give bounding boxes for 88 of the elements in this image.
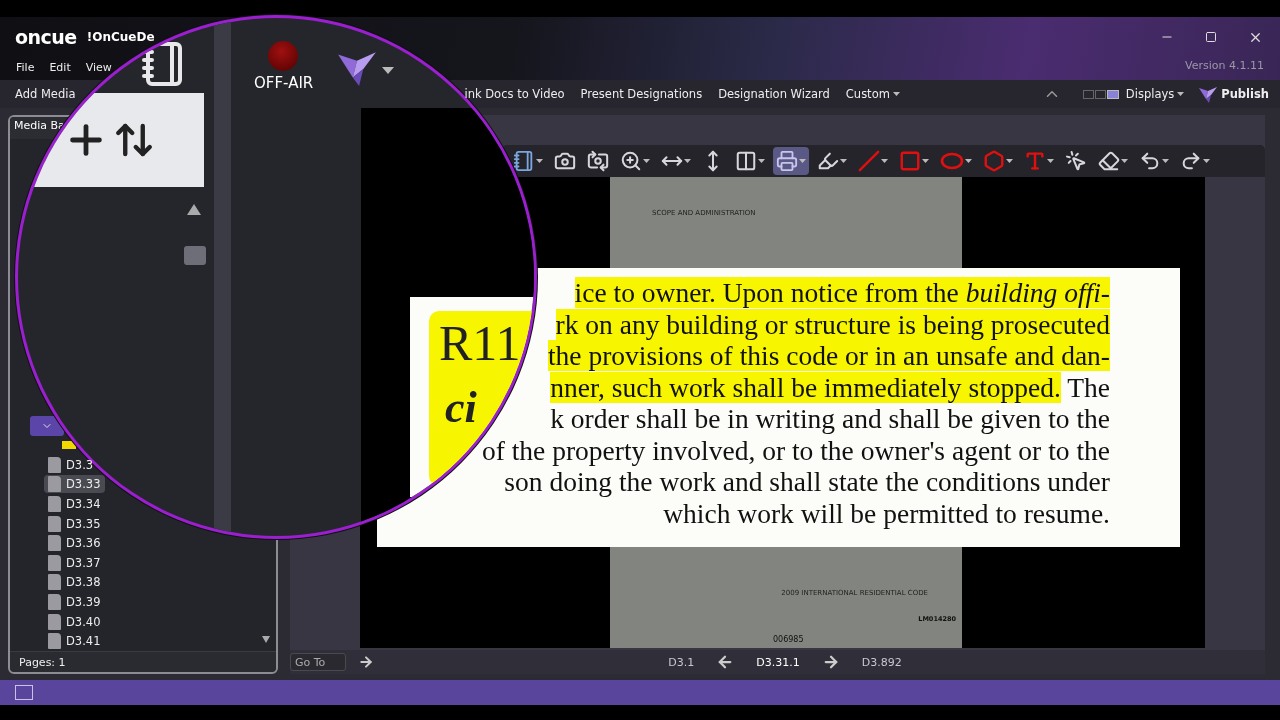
pdf-icon (48, 496, 61, 513)
scroll-thumb[interactable] (184, 246, 206, 265)
add-media-button[interactable]: Add Media (8, 84, 83, 104)
caret-icon (881, 159, 888, 163)
eraser-icon (1098, 150, 1120, 172)
callout-line: nner, such work shall be immediately stopped. The (550, 371, 1110, 403)
callout-line: of the property involved, or to the owner's agent or to the (481, 434, 1110, 466)
caret-icon (758, 159, 765, 163)
pdf-icon (48, 515, 61, 532)
camera-icon (587, 150, 609, 172)
caret-icon (840, 159, 847, 163)
document-item[interactable]: D3.36 (44, 534, 106, 553)
caret-icon (1047, 159, 1054, 163)
callout-line: which work will be permitted to resume. (663, 497, 1110, 529)
displays-button[interactable]: Displays (1118, 84, 1192, 104)
document-item[interactable]: D3.33 (44, 475, 106, 494)
menu-item[interactable]: View (79, 59, 118, 75)
text-tool-icon (1024, 150, 1046, 172)
publish-button[interactable]: Publish (1191, 81, 1276, 107)
last-page-label: D3.892 (861, 655, 902, 669)
section-number: R11 (439, 314, 521, 372)
page-count: Pages: 1 (19, 655, 66, 669)
redo-icon (1180, 150, 1202, 172)
pointer-icon (1065, 150, 1087, 172)
folder-toggle[interactable] (30, 415, 64, 436)
caret-icon (799, 159, 806, 163)
rectangle-icon (899, 150, 921, 172)
zoom-in-icon (620, 150, 642, 172)
window-title: !OnCueDe (86, 30, 155, 44)
scroll-up-icon[interactable] (187, 204, 201, 215)
camera-icon (554, 150, 576, 172)
caret-icon (643, 159, 650, 163)
displays-icon (1082, 89, 1119, 99)
caret-icon (1121, 159, 1128, 163)
pdf-icon (48, 633, 61, 650)
ribbon-button[interactable]: Custom (838, 84, 907, 104)
caret-icon (1006, 159, 1013, 163)
pdf-icon (48, 554, 61, 571)
highlighter-icon (817, 150, 839, 172)
document-item[interactable]: D3.3 (44, 455, 99, 474)
pdf-icon (48, 574, 61, 591)
caret-icon (382, 67, 394, 74)
pdf-icon (48, 456, 61, 473)
document-item[interactable]: D3.39 (44, 593, 106, 611)
document-item[interactable]: D3.35 (44, 514, 106, 533)
notebook-icon (513, 150, 535, 172)
hexagon-icon (983, 150, 1005, 172)
undo-icon (1139, 150, 1161, 172)
ribbon-button[interactable]: Designation Wizard (711, 84, 837, 104)
caret-icon (1162, 159, 1169, 163)
menu-item[interactable]: File (10, 59, 41, 75)
caret-icon (536, 159, 543, 163)
document-item[interactable]: D3.41 (44, 632, 106, 651)
pdf-icon (48, 535, 61, 552)
document-item[interactable]: D3.34 (44, 495, 106, 514)
on-air-label: OFF-AIR (254, 74, 314, 92)
two-page-icon (735, 150, 757, 172)
ellipse-icon (940, 152, 964, 170)
caret-icon (965, 159, 972, 163)
page-number: 006985 (773, 635, 804, 644)
document-item[interactable]: D3.38 (44, 573, 106, 592)
pdf-icon (48, 594, 61, 610)
callout-line: k order shall be in writing and shall be given to the (550, 403, 1110, 435)
pdf-icon (48, 613, 61, 630)
maximize-icon (1205, 31, 1217, 43)
status-box (15, 685, 33, 700)
first-page-label: D3.1 (668, 655, 695, 669)
caret-icon (1203, 159, 1210, 163)
caret-icon (1177, 92, 1185, 96)
caret-icon (892, 92, 900, 96)
margin-text: ci (445, 382, 477, 433)
caret-icon (684, 159, 691, 163)
document-item[interactable]: D3.37 (44, 553, 106, 572)
menu-item[interactable]: Edit (43, 59, 77, 75)
line-icon (858, 150, 880, 172)
ribbon-button[interactable]: Present Designations (573, 84, 710, 104)
pdf-icon (48, 476, 61, 493)
go-button[interactable] (358, 654, 374, 670)
caret-icon (922, 159, 929, 163)
scroll-down-icon[interactable] (262, 636, 270, 643)
go-to-field[interactable]: Go To (290, 653, 346, 671)
current-page-label: D3.31.1 (756, 655, 800, 669)
version-label: Version 4.1.11 (1185, 59, 1264, 72)
app-logo: oncue (15, 26, 77, 48)
bird-logo-icon (1198, 84, 1219, 104)
document-item[interactable]: D3.40 (44, 612, 106, 631)
callout-line: son doing the work and shall state the conditions under (504, 466, 1110, 498)
ribbon-button[interactable]: ink Docs to Video (457, 84, 572, 104)
